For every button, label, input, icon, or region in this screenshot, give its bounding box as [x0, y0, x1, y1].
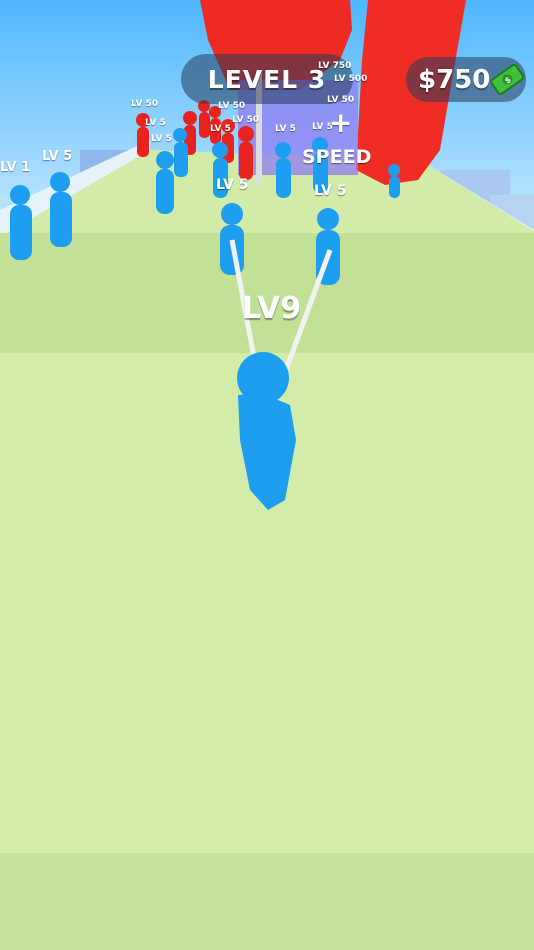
cash-bill-icon: $ — [490, 64, 524, 95]
player-level: LV9 — [242, 291, 302, 326]
level-label: LV 5 — [210, 124, 231, 134]
money-counter: $750 $ — [406, 57, 526, 102]
money-amount: $750 — [418, 64, 491, 95]
ally-right-level: LV 5 — [314, 183, 347, 199]
level-label: LV 50 — [232, 115, 260, 125]
level-label: LV 50 — [131, 99, 159, 109]
level-label: LV 5 — [151, 134, 172, 144]
gate-plus-symbol: + — [329, 106, 353, 139]
ally-left — [220, 203, 244, 275]
level-label: LV 5 — [275, 124, 296, 134]
level-label: LV 500 — [334, 74, 368, 84]
level-label: LV 750 — [318, 61, 352, 71]
level-label: LV 50 — [218, 101, 246, 111]
track-band — [0, 853, 534, 950]
gate-speed-label: SPEED — [302, 146, 372, 168]
ally-left-level: LV 5 — [216, 177, 249, 193]
level-label: LV 1 — [0, 160, 31, 175]
level-label: LV 5 — [145, 118, 166, 128]
level-text: LEVEL 3 — [207, 64, 327, 94]
level-label: LV 50 — [327, 95, 355, 105]
game-scene — [0, 0, 534, 950]
level-label: LV 5 — [42, 149, 73, 164]
